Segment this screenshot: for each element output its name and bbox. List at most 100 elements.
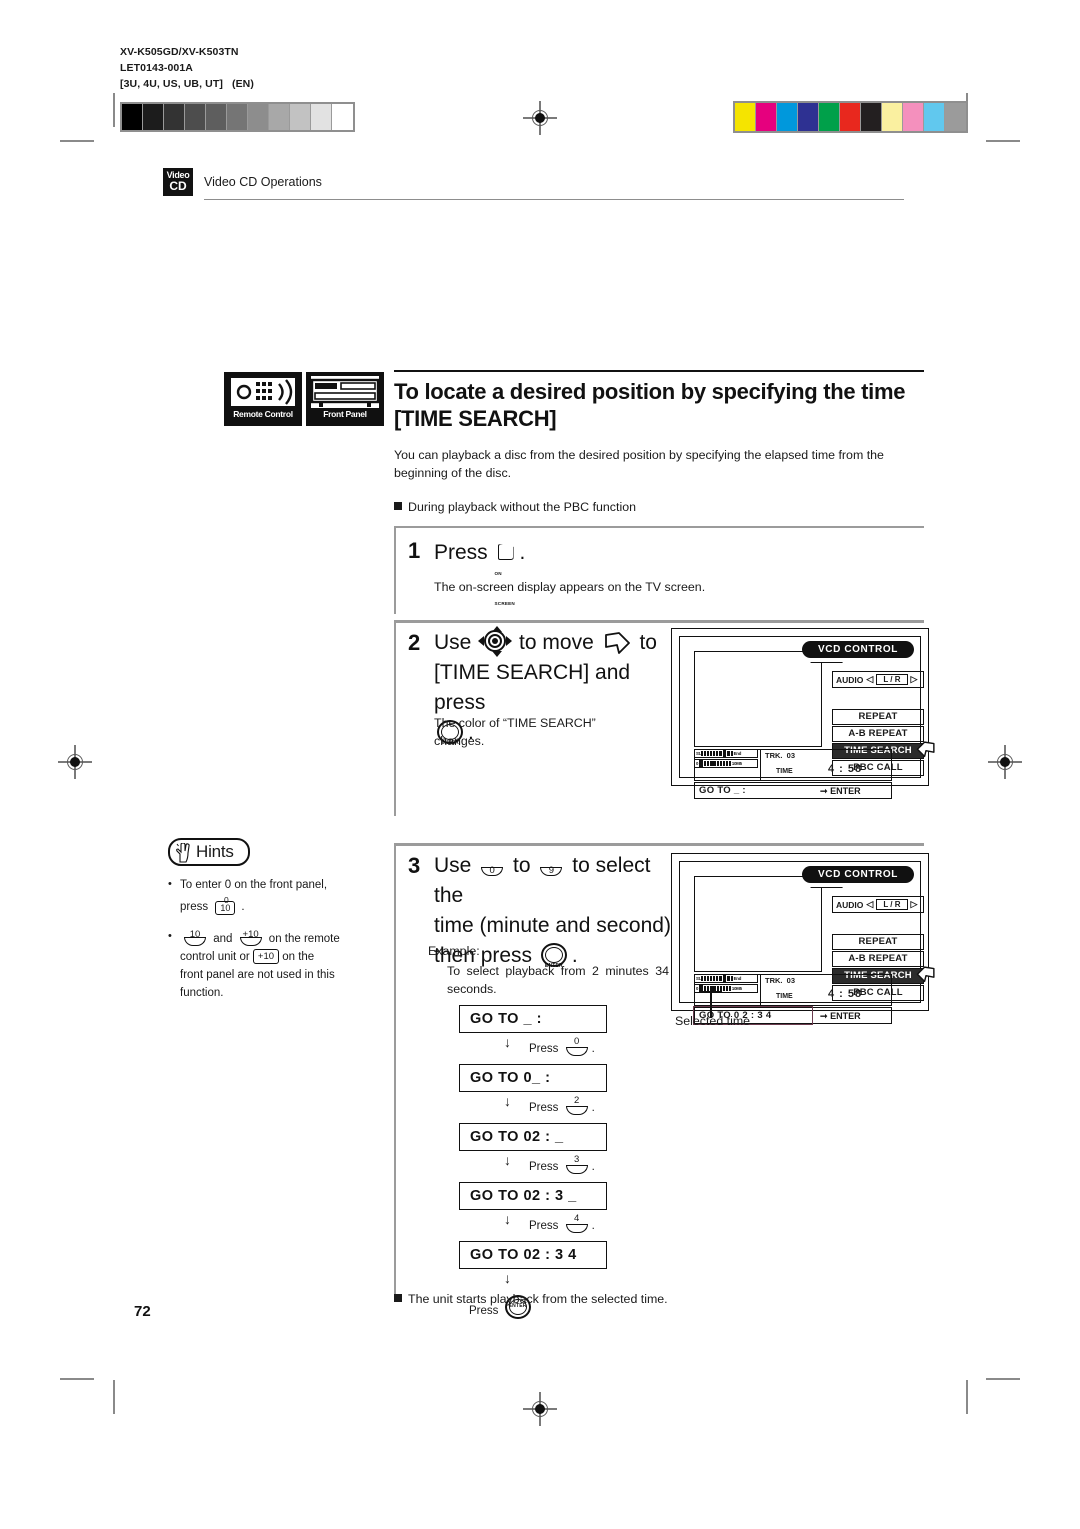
down-arrow-icon-1: ↓ <box>504 1034 511 1050</box>
vcd-audio-right-arrow-icon-1[interactable]: ▷ <box>911 674 918 685</box>
step-2-text-c: to <box>639 631 657 654</box>
color-bar-swatch-9 <box>924 103 945 131</box>
vcd-button-a-b-repeat-2[interactable]: A-B REPEAT <box>832 951 924 967</box>
gray-scale-wedge <box>120 102 355 132</box>
vcd-enter-hint-2: ➞ ENTER <box>820 1011 861 1022</box>
hints-title: Hints <box>196 842 234 861</box>
hint-2-mid: and <box>213 933 233 945</box>
gray-wedge-swatch-0 <box>122 104 143 130</box>
goto-display-box-3: GO TO 02 : _ <box>459 1123 607 1151</box>
step-1-text-before: Press <box>434 541 488 564</box>
step-2-text-b: to move <box>519 631 594 654</box>
vcd-progress-bar-start-end-1: St. End <box>694 749 758 758</box>
vcd-button-repeat-1[interactable]: REPEAT <box>832 709 924 725</box>
step-1-rule-left <box>394 526 396 614</box>
document-codes: XV-K505GD/XV-K503TN LET0143-001A [3U, 4U… <box>120 44 254 92</box>
section-intro: You can playback a disc from the desired… <box>394 448 884 480</box>
number-key-9-icon: 9 <box>538 858 564 877</box>
on-screen-key-icon: ON SCREEN <box>495 544 518 606</box>
gray-wedge-swatch-8 <box>290 104 311 130</box>
color-bar-swatch-10 <box>945 103 966 131</box>
goto-arrow-row-2: ↓ Press 2. <box>459 1092 699 1123</box>
vcd-video-screen-2 <box>694 876 822 972</box>
vcd-time-value-2: 4 : 58 <box>828 988 863 1000</box>
vcd-progress-bar-elapsed-1: 0 10M5 <box>694 759 758 768</box>
vcd-audio-left-arrow-icon-2[interactable]: ◁ <box>866 899 873 910</box>
crop-mark-bottom-right-v <box>966 1380 968 1414</box>
goto-display-box-4: GO TO 02 : 3 _ <box>459 1182 607 1210</box>
step-1-number: 1 <box>408 538 421 563</box>
crop-mark-top-right-h <box>986 140 1020 142</box>
number-key-4-icon-4: 4 <box>564 1213 590 1234</box>
vcd-inner-frame-2: VCD CONTROL AUDIO ◁ L / R ▷ REPEAT A-B REPEAT T… <box>679 861 935 1025</box>
step-3-text-b: to <box>513 854 531 877</box>
number-key-label-4: 4 <box>573 1213 580 1224</box>
final-note: The unit starts playback from the select… <box>394 1292 668 1306</box>
vcd-enter-label-2: ENTER <box>830 1011 861 1021</box>
gray-wedge-swatch-7 <box>269 104 290 130</box>
goto-arrow-row-3: ↓ Press 3. <box>459 1151 699 1182</box>
color-bar-swatch-1 <box>756 103 777 131</box>
vcd-track-row-1: TRK. 03 <box>765 751 795 760</box>
remote-plus10-key-icon: +10 <box>238 928 264 947</box>
vcd-audio-selector-2[interactable]: AUDIO ◁ L / R ▷ <box>832 896 924 913</box>
goto-press-label-3: Press 3. <box>529 1154 595 1175</box>
goto-display-box-5: GO TO 02 : 3 4 <box>459 1241 607 1269</box>
gray-wedge-swatch-2 <box>164 104 185 130</box>
remote-control-icon: Remote Control <box>224 372 302 426</box>
front-panel-zero-key-icon: 0 10 <box>211 894 241 915</box>
vcd-audio-left-arrow-icon-1[interactable]: ◁ <box>866 674 873 685</box>
step-3-number: 3 <box>408 853 421 878</box>
page-title-line1: To locate a desired position by specifyi… <box>394 379 906 404</box>
goto-press-label-1: Press 0. <box>529 1036 595 1056</box>
hint-1-part2: press <box>180 901 209 913</box>
down-arrow-icon-final: ↓ <box>504 1270 511 1286</box>
gray-wedge-swatch-10 <box>332 104 353 130</box>
hint-item-2: 10 and +10 on the remote control unit or… <box>168 927 373 1002</box>
gray-wedge-swatch-1 <box>143 104 164 130</box>
gray-wedge-swatch-4 <box>206 104 227 130</box>
vcd-track-row-2: TRK. 03 <box>765 976 795 985</box>
bullet-square-icon <box>394 502 402 510</box>
step-3-text-a: Use <box>434 854 472 877</box>
goto-arrow-row-4: ↓ Press 4. <box>459 1210 699 1241</box>
number-key-label-1: 0 <box>573 1036 580 1047</box>
vcd-audio-selector-1[interactable]: AUDIO ◁ L / R ▷ <box>832 671 924 688</box>
step-2-rule-top <box>394 620 924 623</box>
step-1-rule-top <box>394 526 924 528</box>
down-arrow-icon-3: ↓ <box>504 1152 511 1168</box>
remote-10-key-icon: 10 <box>182 928 208 947</box>
section-heading-rule <box>394 370 924 373</box>
vcd-button-a-b-repeat-1[interactable]: A-B REPEAT <box>832 726 924 742</box>
vcd-audio-value-2: L / R <box>876 899 908 910</box>
vcd-trk-label-1: TRK. <box>765 751 783 760</box>
goto-press-label-4: Press 4. <box>529 1213 595 1234</box>
vcd-control-panel-2: VCD CONTROL AUDIO ◁ L / R ▷ REPEAT A-B REPEAT T… <box>671 853 935 1025</box>
hint-2-part6: function. <box>180 987 224 999</box>
vcd-bar2-right-label-2: 10M5 <box>731 986 742 991</box>
step-2-rule-left <box>394 620 396 816</box>
subsection-heading-text: During playback without the PBC function <box>408 500 636 514</box>
front-panel-zero-key-body: 10 <box>215 901 236 915</box>
registration-mark-right <box>988 745 1022 779</box>
color-bar-swatch-3 <box>798 103 819 131</box>
goto-final-press-label: Press <box>469 1305 499 1317</box>
step-2-note-line2: changes. <box>434 734 485 748</box>
vcd-audio-right-arrow-icon-2[interactable]: ▷ <box>911 899 918 910</box>
page-title: To locate a desired position by specifyi… <box>394 378 924 432</box>
color-bar-swatch-0 <box>735 103 756 131</box>
registration-mark-top <box>523 101 557 135</box>
vcd-bar-end-label-2: End <box>733 976 742 981</box>
remote-control-icon-label: Remote Control <box>233 409 293 419</box>
hint-1-part1: To enter 0 on the front panel, <box>180 879 328 891</box>
vcd-control-panel-1: VCD CONTROL AUDIO ◁ L / R ▷ REPEAT A-B REPEAT T… <box>671 628 935 799</box>
video-cd-badge-line2: CD <box>169 179 187 193</box>
crop-mark-bottom-left-h <box>60 1378 94 1380</box>
number-key-label-3: 3 <box>573 1154 580 1165</box>
goto-sequence-flow: GO TO _ : ↓ Press 0. GO TO 0_ : ↓ Press 2. GO … <box>459 1005 699 1322</box>
vcd-enter-label-1: ENTER <box>830 786 861 796</box>
color-bar-swatch-6 <box>861 103 882 131</box>
number-key-3-icon-3: 3 <box>564 1154 590 1175</box>
vcd-button-repeat-2[interactable]: REPEAT <box>832 934 924 950</box>
crop-mark-bottom-left-v <box>113 1380 115 1414</box>
